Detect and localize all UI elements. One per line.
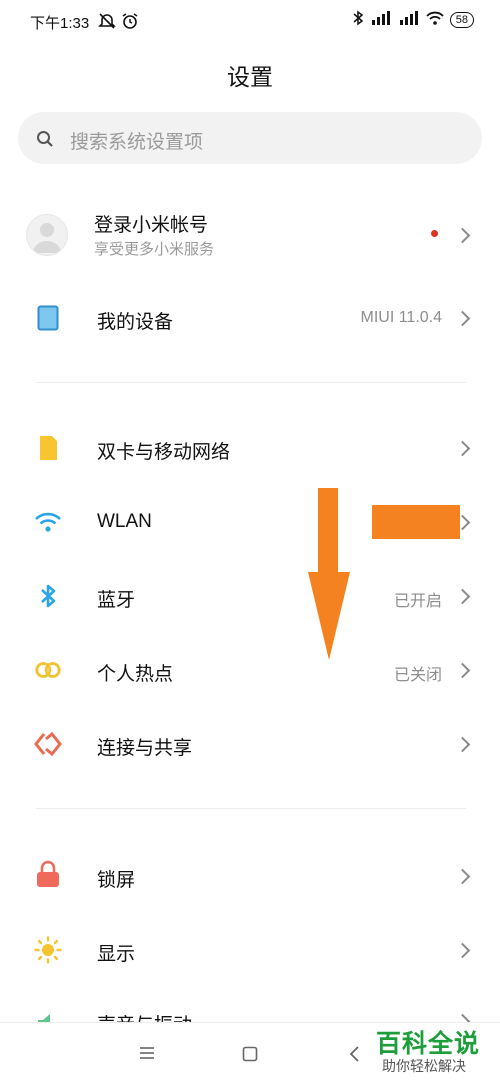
- sound-row[interactable]: 声音与振动: [0, 996, 500, 1022]
- account-row[interactable]: 登录小米帐号 享受更多小米服务: [0, 204, 500, 266]
- bluetooth-label: 蓝牙: [97, 590, 136, 611]
- lockscreen-row[interactable]: 锁屏: [0, 848, 500, 904]
- annotation-arrow-down: [306, 488, 352, 665]
- status-icons: 58: [352, 10, 474, 29]
- annotation-bar: [372, 505, 460, 539]
- hotspot-status: 已关闭: [393, 667, 442, 684]
- bluetooth-status-icon: [352, 10, 364, 29]
- chevron-right-icon: [454, 662, 471, 679]
- home-icon[interactable]: [242, 1046, 258, 1067]
- chevron-right-icon: [454, 942, 471, 959]
- back-icon[interactable]: [348, 1045, 360, 1068]
- search-icon: [36, 130, 54, 153]
- battery-icon: 58: [449, 11, 474, 28]
- account-subtitle: 享受更多小米服务: [94, 241, 215, 258]
- bluetooth-status: 已开启: [393, 593, 442, 610]
- watermark-title: 百科全说: [376, 1030, 481, 1058]
- chevron-right-icon: [454, 227, 471, 244]
- chevron-right-icon: [454, 736, 471, 753]
- display-label: 显示: [97, 944, 136, 965]
- bluetooth-icon: [34, 582, 62, 610]
- chevron-right-icon: [454, 310, 471, 327]
- hotspot-label: 个人热点: [97, 664, 174, 685]
- sim-network-label: 双卡与移动网络: [97, 442, 231, 463]
- page-title: 设置: [227, 64, 273, 90]
- hotspot-icon: [34, 656, 62, 684]
- avatar: [26, 214, 68, 256]
- sound-icon: [34, 1010, 62, 1022]
- divider: [36, 382, 466, 383]
- hotspot-row[interactable]: 个人热点 已关闭: [0, 642, 500, 698]
- dnd-icon: [98, 12, 116, 35]
- connection-sharing-icon: [34, 730, 62, 758]
- connection-sharing-row[interactable]: 连接与共享: [0, 716, 500, 772]
- chevron-right-icon: [454, 588, 471, 605]
- device-icon: [34, 304, 62, 332]
- divider: [36, 808, 466, 809]
- chevron-right-icon: [454, 440, 471, 457]
- lock-icon: [34, 860, 62, 888]
- signal-1-icon: [370, 11, 392, 28]
- signal-2-icon: [398, 11, 420, 28]
- chevron-right-icon: [454, 1013, 471, 1022]
- bluetooth-row[interactable]: 蓝牙 已开启: [0, 568, 500, 624]
- account-title: 登录小米帐号: [94, 215, 209, 236]
- search-placeholder: 搜索系统设置项: [70, 132, 204, 153]
- sound-label: 声音与振动: [97, 1010, 192, 1022]
- alarm-icon: [121, 12, 139, 35]
- display-sun-icon: [34, 936, 62, 964]
- notification-dot: [431, 230, 438, 237]
- device-row[interactable]: 我的设备 MIUI 11.0.4: [0, 290, 500, 346]
- watermark-subtitle: 助你轻松解决: [382, 1058, 466, 1074]
- wifi-icon: [34, 508, 62, 536]
- device-label: 我的设备: [97, 312, 174, 333]
- menu-icon[interactable]: [139, 1046, 155, 1065]
- device-value: MIUI 11.0.4: [360, 309, 442, 326]
- chevron-right-icon: [454, 868, 471, 885]
- sim-network-row[interactable]: 双卡与移动网络: [0, 420, 500, 476]
- display-row[interactable]: 显示: [0, 922, 500, 978]
- wlan-label: WLAN: [97, 511, 152, 532]
- sim-icon: [34, 434, 62, 462]
- lockscreen-label: 锁屏: [97, 870, 136, 891]
- connection-sharing-label: 连接与共享: [97, 738, 193, 759]
- wifi-status-icon: [426, 11, 444, 28]
- status-time: 下午1:33: [30, 15, 90, 32]
